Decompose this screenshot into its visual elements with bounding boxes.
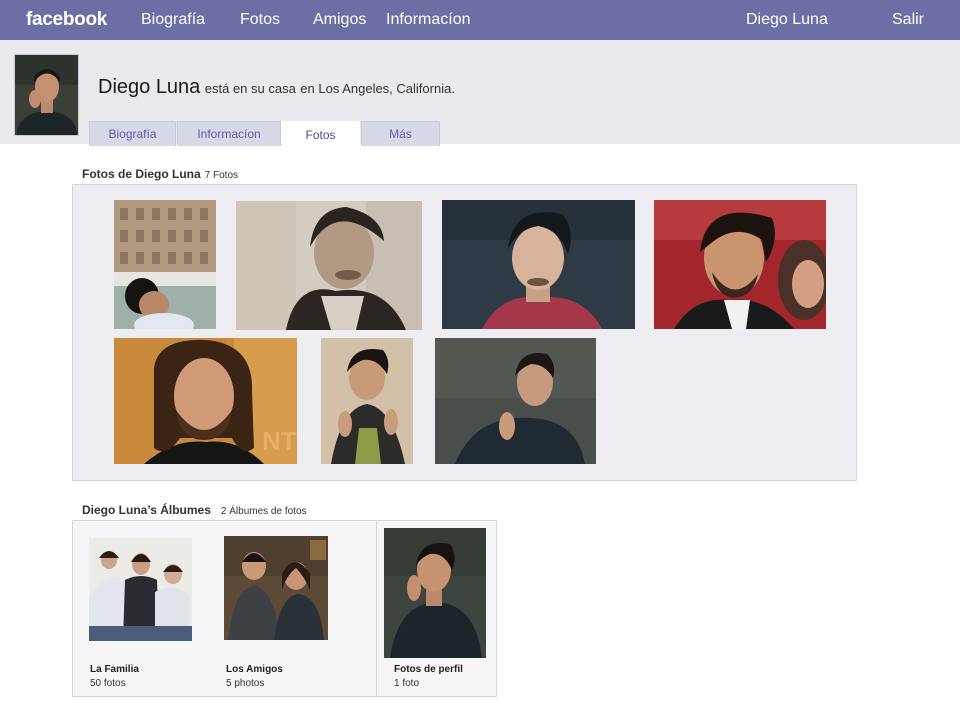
facebook-profile-page: facebook Biografía Fotos Amigos Informac… xyxy=(0,0,960,720)
logout-link[interactable]: Salir xyxy=(892,0,924,40)
albums-divider xyxy=(376,520,377,697)
photo-thumb-5[interactable]: NT xyxy=(114,338,297,464)
albums-count: 2 Álbumes de fotos xyxy=(220,506,307,517)
photos-section-title: Fotos de Diego Luna 7 Fotos xyxy=(82,167,238,181)
photo-thumb-4[interactable] xyxy=(654,200,826,329)
photo-thumb-2[interactable] xyxy=(236,201,422,330)
tab-mas[interactable]: Más xyxy=(361,121,440,146)
nav-biografia[interactable]: Biografía xyxy=(141,0,205,40)
album-name-los-amigos[interactable]: Los Amigos xyxy=(226,664,283,675)
photo-thumb-7[interactable] xyxy=(435,338,596,464)
album-name-la-familia[interactable]: La Familia xyxy=(90,664,139,675)
photo-thumb-1[interactable] xyxy=(114,200,216,329)
tab-biografia[interactable]: Biografía xyxy=(89,121,176,146)
album-cover-la-familia[interactable] xyxy=(89,538,192,641)
nav-fotos[interactable]: Fotos xyxy=(240,0,280,40)
profile-avatar[interactable] xyxy=(14,54,79,136)
photo-thumb-3[interactable] xyxy=(442,200,635,329)
album-cover-fotos-de-perfil[interactable] xyxy=(384,528,486,658)
profile-status-line: Diego Luna está en su casa en Los Angele… xyxy=(98,76,455,99)
album-count-fotos-de-perfil: 1 foto xyxy=(394,678,420,689)
tab-informacion[interactable]: Informacíon xyxy=(177,121,281,146)
album-cover-los-amigos[interactable] xyxy=(224,536,328,640)
facebook-logo-link[interactable]: facebook xyxy=(26,0,107,40)
profile-location-text: en Los Angeles, California. xyxy=(300,81,455,96)
top-nav-bar: facebook Biografía Fotos Amigos Informac… xyxy=(0,0,960,40)
profile-status-text: está en su casa xyxy=(204,81,296,96)
photos-title-text[interactable]: Fotos de Diego Luna xyxy=(82,167,201,181)
photos-count: 7 Fotos xyxy=(204,170,239,181)
tab-fotos[interactable]: Fotos xyxy=(281,121,360,146)
album-name-fotos-de-perfil[interactable]: Fotos de perfil xyxy=(394,664,463,675)
profile-name[interactable]: Diego Luna xyxy=(98,76,200,98)
nav-amigos[interactable]: Amigos xyxy=(313,0,366,40)
album-count-la-familia: 50 fotos xyxy=(90,678,126,689)
photo-thumb-6[interactable] xyxy=(321,338,413,464)
svg-text:NT: NT xyxy=(262,426,297,456)
albums-title-text[interactable]: Diego Luna’s Álbumes xyxy=(82,503,211,517)
albums-section-title: Diego Luna’s Álbumes 2 Álbumes de fotos xyxy=(82,503,307,517)
nav-user-profile[interactable]: Diego Luna xyxy=(746,0,828,40)
album-count-los-amigos: 5 photos xyxy=(226,678,265,689)
nav-informacion[interactable]: Informacíon xyxy=(386,0,470,40)
